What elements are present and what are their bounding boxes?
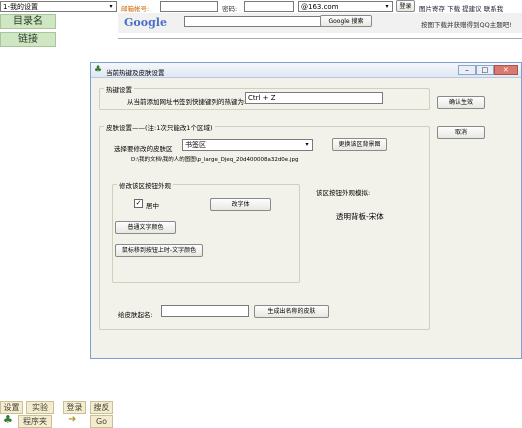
skin-region-select[interactable]: 书签区 ▾ xyxy=(182,139,313,151)
toolbar-divider xyxy=(118,38,522,39)
skin-name-label: 给皮肤起名: xyxy=(118,311,153,319)
center-checkbox[interactable]: ✓ xyxy=(134,199,143,208)
preview-label: 该区按钮外观模拟: xyxy=(316,189,371,197)
hover-color-button[interactable]: 鼠标移到按钮上时-文字颜色 xyxy=(115,244,203,257)
text-color-button[interactable]: 普通文字颜色 xyxy=(115,221,176,234)
chevron-down-icon: ▾ xyxy=(305,141,309,148)
google-search-button[interactable]: Google 搜索 xyxy=(320,15,372,27)
hotkey-input[interactable]: Ctrl + Z xyxy=(245,92,383,104)
font-button[interactable]: 改字体 xyxy=(210,198,271,211)
generate-skin-button[interactable]: 生成出名称的皮肤 xyxy=(254,305,329,318)
domain-select-value: @163.com xyxy=(301,3,339,11)
button-style-group-title: 修改该区按钮外观 xyxy=(117,180,173,190)
tree-icon: ♣ xyxy=(94,65,103,75)
skin-name-input[interactable] xyxy=(161,305,249,317)
arrow-icon[interactable]: ➜ xyxy=(68,414,76,426)
cancel-button[interactable]: 取消 xyxy=(437,126,485,139)
catalog-button[interactable]: 目录名 xyxy=(0,14,56,29)
lab-button[interactable]: 实验 xyxy=(26,401,54,414)
bookmark-set-select-value: 1-我的设置 xyxy=(3,3,38,11)
search-back-button[interactable]: 搜反 xyxy=(90,401,113,414)
login-button[interactable]: 登录 xyxy=(396,0,415,12)
dialog-title: 当前热键及皮肤设置 xyxy=(106,69,165,77)
hotkey-group-title: 热键设置 xyxy=(104,84,134,94)
bg-path: D:\我的文档\我的人的图图\p_large_Djeq_20d400008a32… xyxy=(131,157,299,163)
program-folder-button[interactable]: 程序夹 xyxy=(18,415,52,428)
change-bg-button[interactable]: 更换该区背景图 xyxy=(332,138,387,151)
close-icon[interactable]: ✕ xyxy=(493,65,518,75)
hotkey-value: Ctrl + Z xyxy=(248,94,276,102)
login-panel-button[interactable]: 登录 xyxy=(63,401,86,414)
skin-region-label: 选择要修改的皮肤区 xyxy=(114,145,173,153)
top-links[interactable]: 图片寄存 下载 提建议 联系我 xyxy=(419,3,503,13)
google-strip: Google Google 搜索 按图下载并获赠得到QQ主题吧! xyxy=(118,13,522,33)
google-search-input[interactable] xyxy=(184,16,324,27)
chevron-down-icon: ▾ xyxy=(109,3,113,10)
password-label: 密码: xyxy=(222,5,238,13)
skin-region-value: 书签区 xyxy=(185,141,206,149)
account-label: 邮箱帐号: xyxy=(121,5,150,13)
ad-text[interactable]: 按图下载并获赠得到QQ主题吧! xyxy=(421,19,512,29)
button-style-group: 修改该区按钮外观 ✓ 居中 改字体 普通文字颜色 鼠标移到按钮上时-文字颜色 xyxy=(112,180,300,283)
maximize-icon[interactable]: □ xyxy=(475,65,494,75)
link-button[interactable]: 链接 xyxy=(0,32,56,47)
google-logo: Google xyxy=(124,16,167,29)
go-button[interactable]: Go xyxy=(90,415,113,428)
minimize-icon[interactable]: – xyxy=(458,65,476,75)
hotkey-prompt: 从当前添加网址书签到快捷键列的热键为: xyxy=(127,98,247,106)
password-input[interactable] xyxy=(244,1,294,12)
skin-settings-dialog: ♣ 当前热键及皮肤设置 – □ ✕ 热键设置 从当前添加网址书签到快捷键列的热键… xyxy=(90,62,522,359)
skin-group: 皮肤设置——(注:1次只能改1个区域) 选择要修改的皮肤区 书签区 ▾ 更换该区… xyxy=(99,122,430,330)
chevron-down-icon: ▾ xyxy=(385,3,389,10)
preview-text: 透明背板-宋体 xyxy=(336,212,384,221)
center-checkbox-label: 居中 xyxy=(146,202,159,210)
hotkey-group: 热键设置 从当前添加网址书签到快捷键列的热键为: Ctrl + Z xyxy=(99,84,430,110)
window-controls: – □ ✕ xyxy=(458,65,518,75)
tree-icon: ♣ xyxy=(3,413,13,426)
apply-button[interactable]: 确认生效 xyxy=(437,96,485,109)
account-input[interactable] xyxy=(160,1,218,12)
domain-select[interactable]: @163.com ▾ xyxy=(298,1,393,12)
dialog-titlebar[interactable]: ♣ 当前热键及皮肤设置 – □ ✕ xyxy=(91,63,521,78)
skin-group-title: 皮肤设置——(注:1次只能改1个区域) xyxy=(104,122,215,132)
bookmark-set-select[interactable]: 1-我的设置 ▾ xyxy=(0,1,117,12)
